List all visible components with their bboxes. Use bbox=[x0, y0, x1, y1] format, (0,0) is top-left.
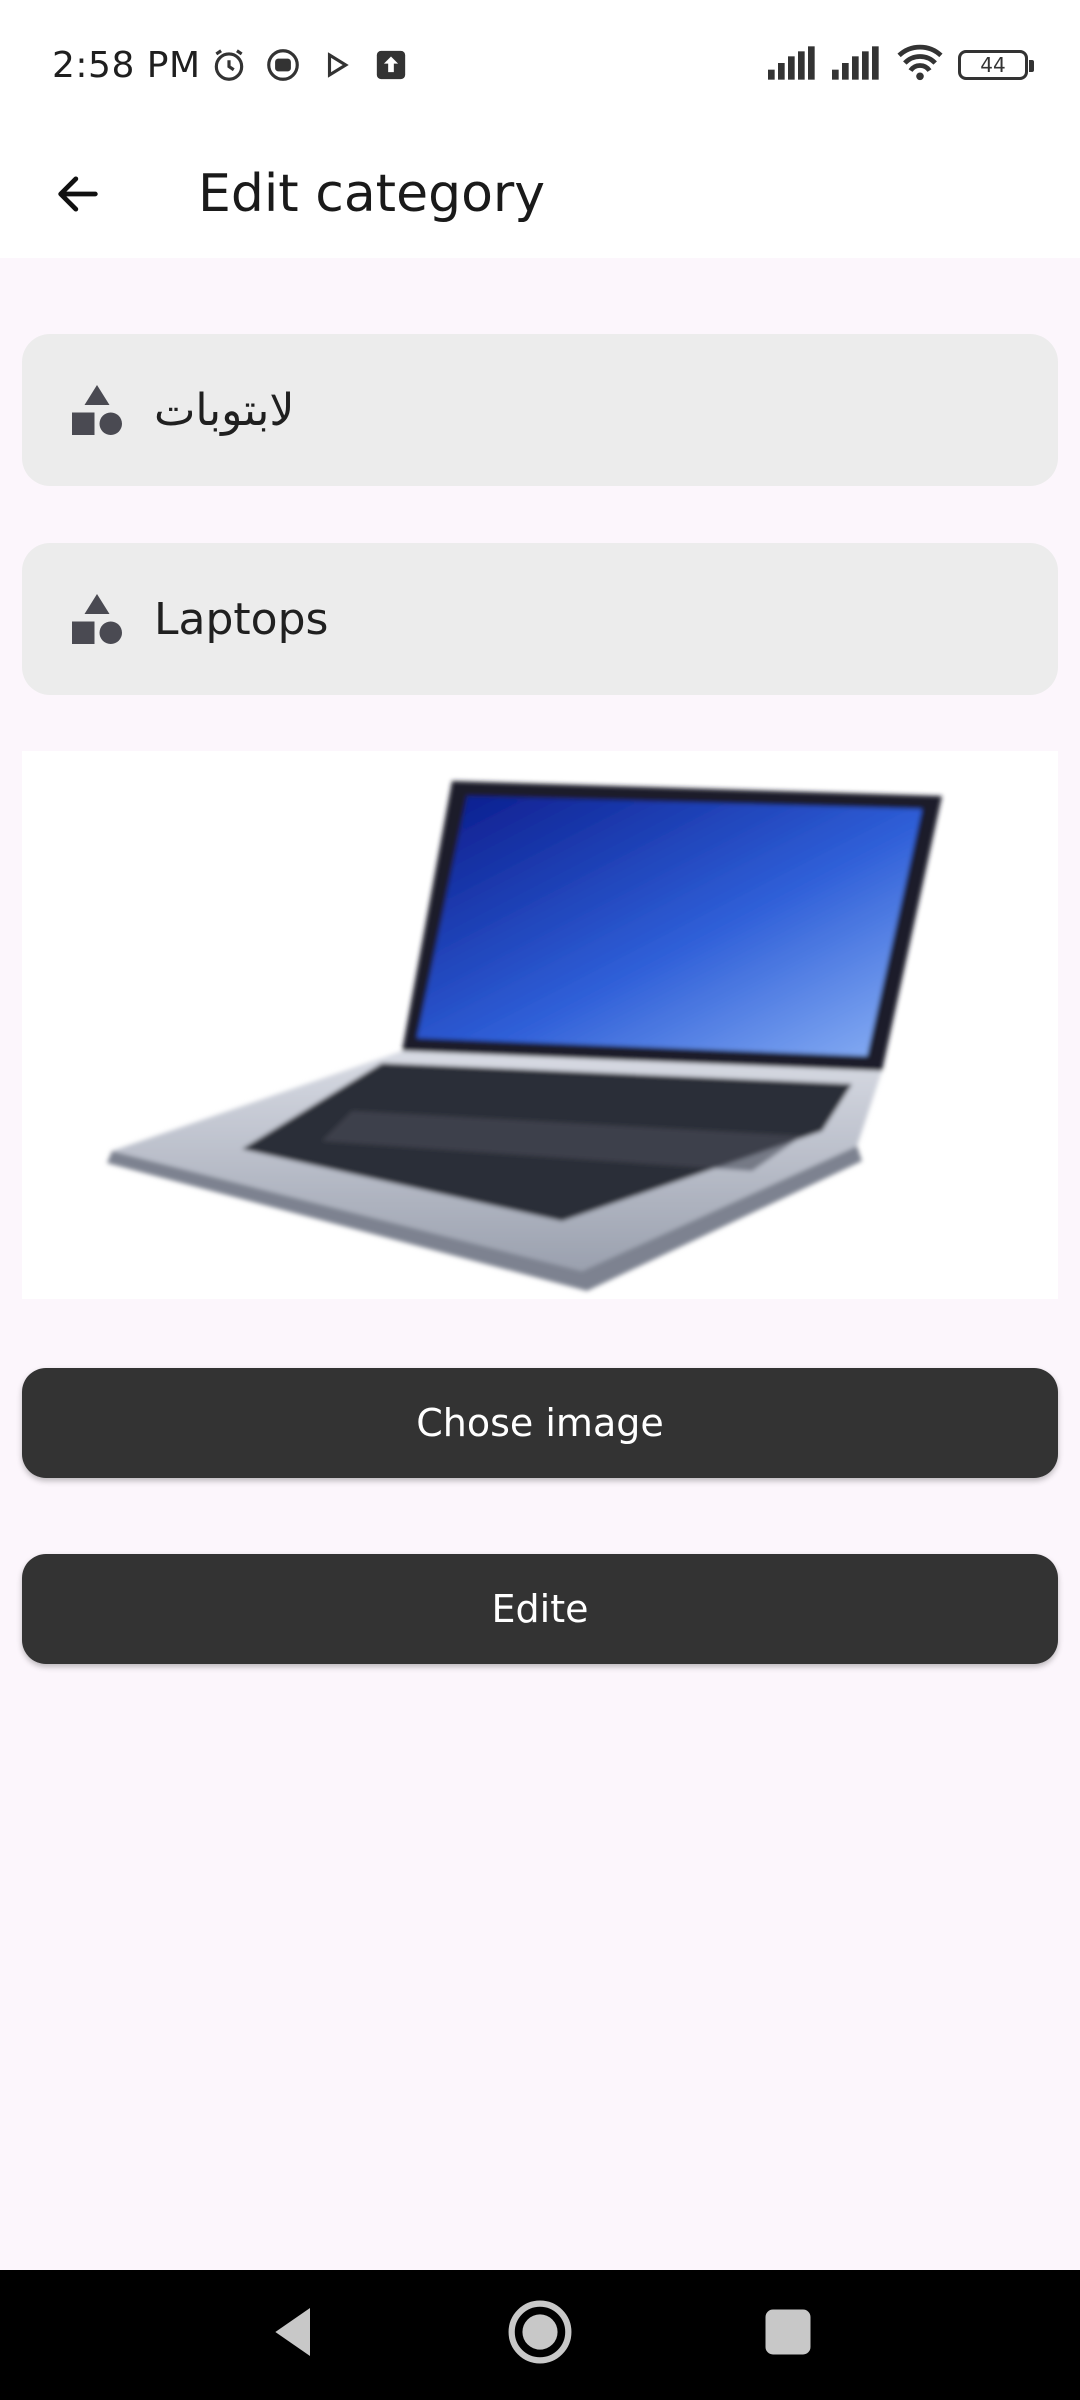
category-image-preview bbox=[22, 751, 1058, 1299]
edit-button[interactable]: Edite bbox=[22, 1554, 1058, 1664]
status-time: 2:58 PM bbox=[52, 44, 201, 86]
recents-square-icon[interactable] bbox=[758, 2302, 818, 2362]
category-shapes-icon bbox=[62, 375, 132, 445]
signal-icon bbox=[768, 46, 818, 84]
signal-icon bbox=[832, 46, 882, 84]
category-name-en-input[interactable] bbox=[154, 593, 1034, 645]
category-name-en-field[interactable] bbox=[22, 543, 1058, 695]
notification-icons bbox=[209, 45, 411, 85]
category-name-ar-input[interactable] bbox=[154, 384, 1034, 436]
system-status-icons: 44 bbox=[768, 44, 1034, 86]
battery-icon: 44 bbox=[958, 50, 1034, 80]
system-nav-bar bbox=[0, 2270, 1080, 2400]
choose-image-button[interactable]: Chose image bbox=[22, 1368, 1058, 1478]
media-icon bbox=[263, 45, 303, 85]
arrow-left-icon bbox=[58, 176, 98, 212]
home-circle-icon[interactable] bbox=[506, 2298, 574, 2366]
page-title: Edit category bbox=[198, 164, 546, 224]
category-shapes-icon bbox=[62, 584, 132, 654]
back-triangle-icon[interactable] bbox=[262, 2300, 326, 2364]
laptop-image bbox=[107, 781, 942, 1291]
category-name-ar-field[interactable] bbox=[22, 334, 1058, 486]
play-store-icon bbox=[317, 45, 357, 85]
upload-icon bbox=[371, 45, 411, 85]
status-bar: 2:58 PM 44 bbox=[0, 0, 1080, 130]
app-bar: Edit category bbox=[0, 130, 1080, 258]
alarm-icon bbox=[209, 45, 249, 85]
back-button[interactable] bbox=[40, 156, 116, 232]
wifi-icon bbox=[896, 44, 944, 86]
